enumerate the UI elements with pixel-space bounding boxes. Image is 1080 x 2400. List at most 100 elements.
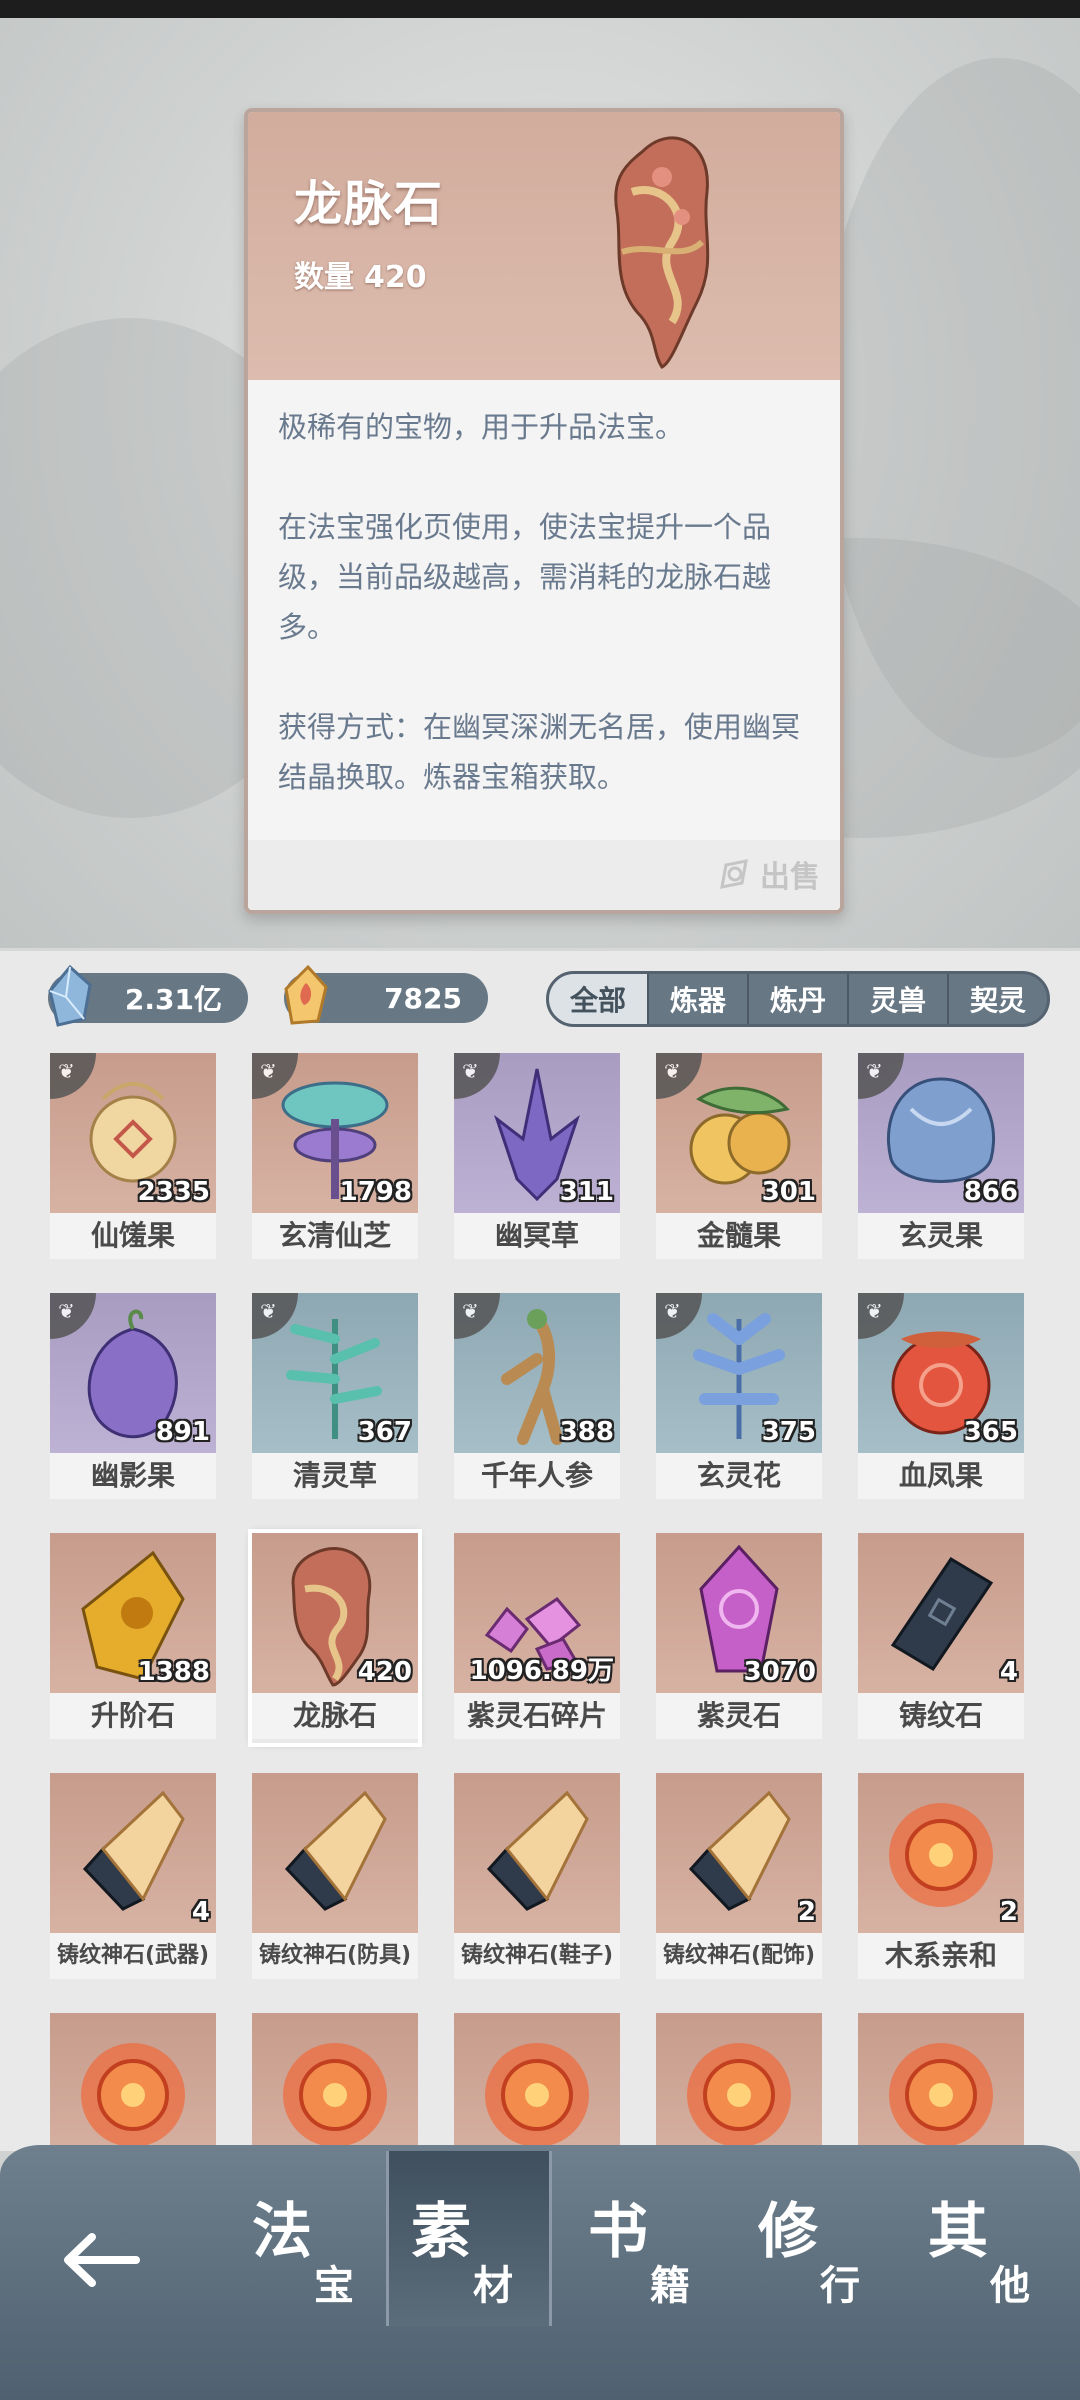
divine-engraving-stone-icon [82,1790,185,1911]
item-slot[interactable]: ❦ 2335 仙馐果 [50,1053,216,1263]
tab-refining[interactable]: 炼器 [647,974,747,1024]
item-thumbnail: ❦ 301 [656,1053,822,1213]
item-slot[interactable]: ❦ 1798 玄清仙芝 [252,1053,418,1263]
item-thumbnail: ❦ 365 [858,1293,1024,1453]
item-count: 2335 [137,1177,210,1207]
description-usage: 在法宝强化页使用，使法宝提升一个品级，当前品级越高，需消耗的龙脉石越多。 [278,510,772,644]
nav-tab-big-char: 书 [588,2197,648,2267]
back-arrow-icon[interactable] [56,2215,146,2305]
gold-balance: 7825 [284,964,488,1025]
item-slot[interactable]: ❦ 367 清灵草 [252,1293,418,1503]
item-slot-selected[interactable]: 420 龙脉石 [248,1529,422,1747]
item-name: 幽影果 [50,1453,216,1499]
status-bar [0,0,1080,18]
item-slot[interactable]: 铸纹神石(防具) [252,1773,418,1983]
item-thumbnail: 1096.89万 [454,1533,620,1693]
item-name: 铸纹石 [858,1693,1024,1739]
item-slot[interactable]: ❦ 866 玄灵果 [858,1053,1024,1263]
item-slot[interactable]: 2 铸纹神石(配饰) [656,1773,822,1983]
item-slot[interactable]: 铸纹神石(鞋子) [454,1773,620,1983]
bottom-navigation: 法 宝 素 材 书 籍 修 行 其 他 [0,2145,1080,2400]
tab-spirit-beast[interactable]: 灵兽 [847,974,947,1024]
item-thumbnail: ❦ 367 [252,1293,418,1453]
tab-all[interactable]: 全部 [549,974,647,1024]
item-slot[interactable]: ❦ 365 血凤果 [858,1293,1024,1503]
item-slot[interactable]: ❦ 375 玄灵花 [656,1293,822,1503]
nav-tab-treasure[interactable]: 法 宝 [230,2175,390,2315]
item-detail-header: 龙脉石 数量 420 [248,112,840,380]
item-count: 420 [357,1657,412,1687]
item-thumbnail: ❦ 866 [858,1053,1024,1213]
item-detail-name: 龙脉石 [294,176,445,232]
item-name: 仙馐果 [50,1213,216,1259]
item-detail-description: 极稀有的宝物，用于升品法宝。 在法宝强化页使用，使法宝提升一个品级，当前品级越高… [278,402,818,852]
item-thumbnail: ❦ 2335 [50,1053,216,1213]
spirit-stone-amount: 2.31亿 [124,983,222,1016]
item-slot[interactable]: 1096.89万 紫灵石碎片 [454,1533,620,1743]
nav-tab-small-char: 行 [820,2262,860,2309]
item-name: 铸纹神石(配饰) [656,1933,822,1979]
item-slot[interactable]: 3070 紫灵石 [656,1533,822,1743]
item-slot[interactable]: 4 铸纹神石(武器) [50,1773,216,1983]
item-name: 铸纹神石(鞋子) [454,1933,620,1979]
quantity-label: 数量 [294,260,354,295]
item-thumbnail: 4 [50,1773,216,1933]
item-thumbnail: ❦ 1798 [252,1053,418,1213]
tab-contract-spirit[interactable]: 契灵 [947,974,1047,1024]
item-count: 367 [357,1417,412,1447]
nav-tab-small-char: 籍 [650,2262,690,2309]
item-thumbnail [252,1773,418,1933]
item-detail-footer: 出售 [248,840,840,910]
item-count: 1798 [339,1177,412,1207]
gold-crystal-icon [284,964,328,1025]
item-count: 388 [559,1417,614,1447]
wood-affinity-orb-icon [889,1803,993,1907]
nav-tab-big-char: 其 [928,2197,988,2267]
divine-engraving-stone-icon [284,1790,387,1911]
item-thumbnail: 4 [858,1533,1024,1693]
item-thumbnail: ❦ 311 [454,1053,620,1213]
item-slot[interactable]: ❦ 388 千年人参 [454,1293,620,1503]
item-count: 4 [191,1897,210,1927]
nav-tab-other[interactable]: 其 他 [906,2175,1066,2315]
item-detail-card: 龙脉石 数量 420 极稀有的宝物，用于升品法宝。 在法宝强化页使用，使法宝提升一… [244,108,844,914]
item-count: 1096.89万 [469,1656,614,1686]
item-slot[interactable]: 2 木系亲和 [858,1773,1024,1983]
item-slot[interactable]: 1388 升阶石 [50,1533,216,1743]
item-thumbnail: 3070 [656,1533,822,1693]
nav-tab-small-char: 宝 [314,2262,354,2309]
tab-alchemy[interactable]: 炼丹 [747,974,847,1024]
item-count: 3070 [743,1657,816,1687]
engraving-stone-icon [890,1556,994,1672]
item-count: 2 [999,1897,1018,1927]
dragon-vein-stone-icon [614,136,710,369]
item-slot[interactable]: 4 铸纹石 [858,1533,1024,1743]
item-slot[interactable]: ❦ 301 金髓果 [656,1053,822,1263]
blue-crystal-icon [48,964,92,1027]
item-name: 龙脉石 [252,1693,418,1739]
item-count: 1388 [137,1657,210,1687]
inventory-panel: 2.31亿 7825 全部 炼器 炼丹 灵兽 契灵 ❦ 2335 仙馐果 ❦ 1… [0,948,1080,2173]
nav-tab-big-char: 修 [758,2197,818,2267]
sell-button[interactable]: 出售 [718,852,820,896]
nav-tab-small-char: 他 [990,2262,1030,2309]
item-name: 千年人参 [454,1453,620,1499]
item-slot[interactable]: ❦ 311 幽冥草 [454,1053,620,1263]
item-count: 301 [761,1177,816,1207]
item-count: 311 [559,1177,614,1207]
gold-amount: 7825 [384,981,462,1015]
item-name: 紫灵石碎片 [454,1693,620,1739]
item-name: 金髓果 [656,1213,822,1259]
item-thumbnail: ❦ 375 [656,1293,822,1453]
item-count: 891 [155,1417,210,1447]
nav-tab-books[interactable]: 书 籍 [566,2175,726,2315]
nav-tab-cultivation[interactable]: 修 行 [736,2175,896,2315]
spirit-stone-balance: 2.31亿 [48,964,248,1027]
item-slot[interactable]: ❦ 891 幽影果 [50,1293,216,1503]
description-line: 极稀有的宝物，用于升品法宝。 [278,410,685,444]
item-name: 清灵草 [252,1453,418,1499]
nav-tab-materials[interactable]: 素 材 [386,2151,552,2326]
divine-engraving-stone-icon [486,1790,589,1911]
item-name: 木系亲和 [858,1933,1024,1979]
coin-icon [720,859,748,889]
